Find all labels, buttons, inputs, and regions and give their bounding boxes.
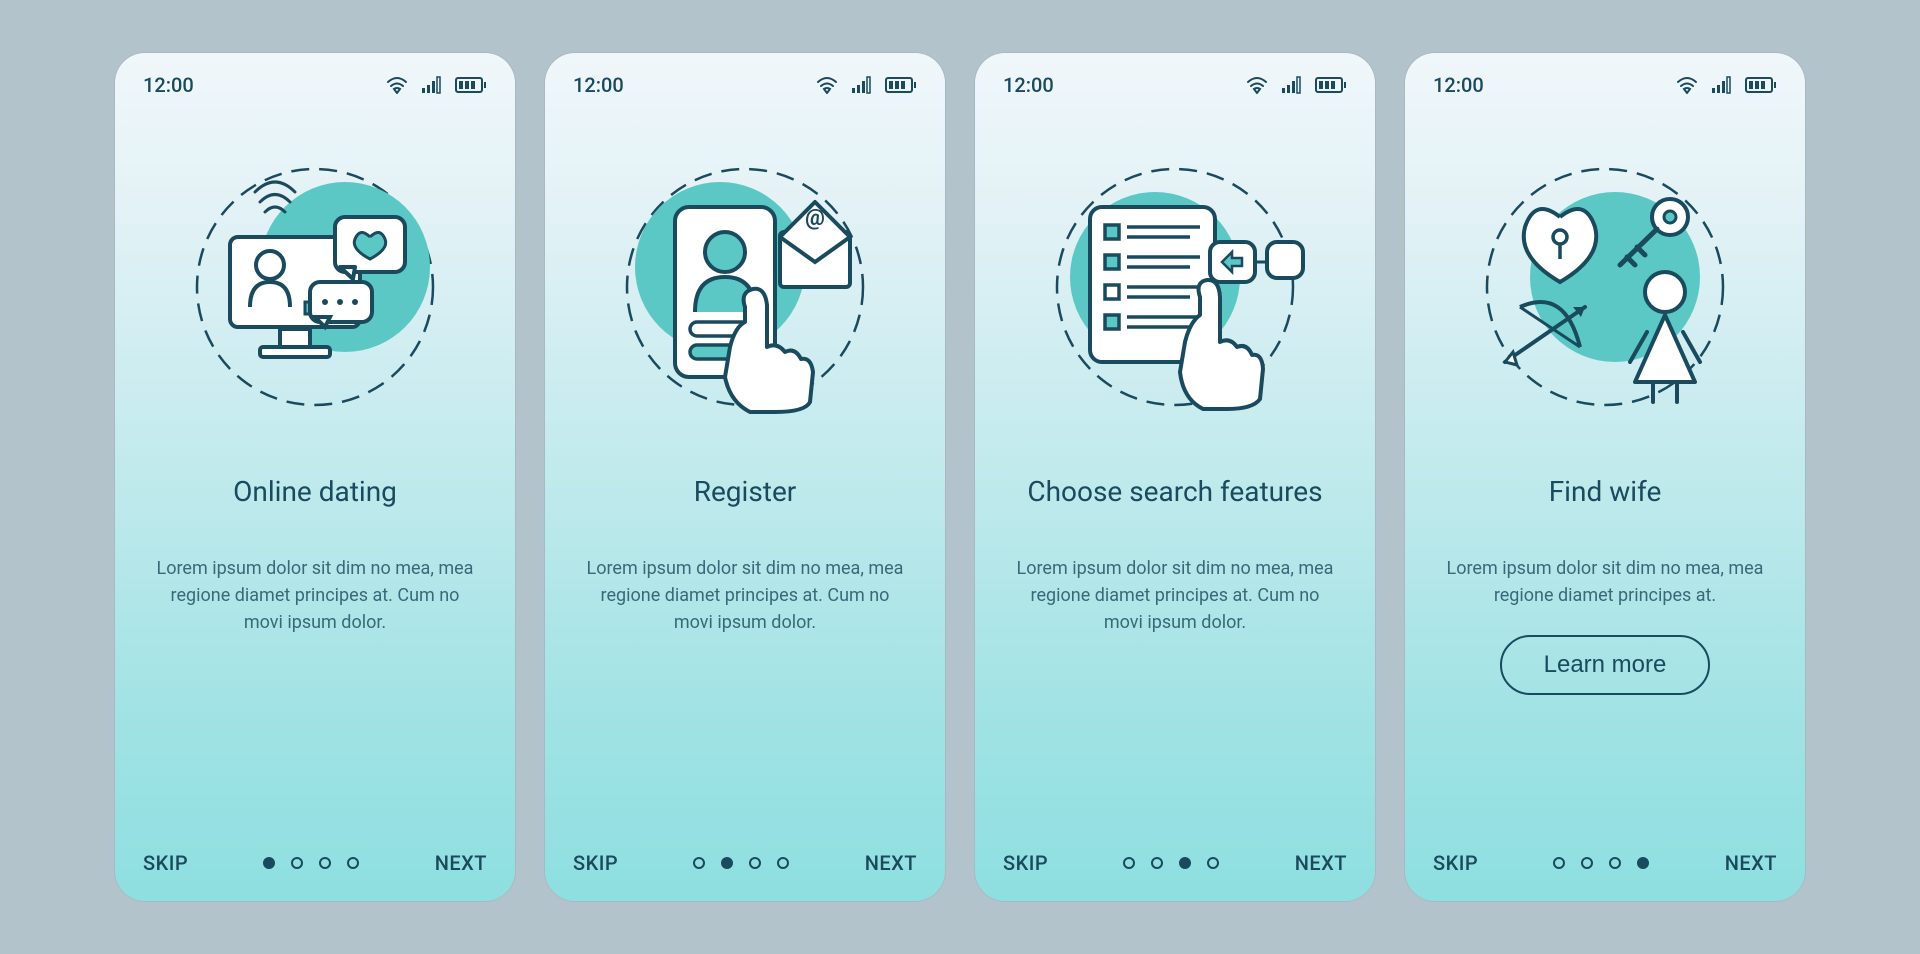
dot-3[interactable] [1179, 857, 1191, 869]
status-time: 12:00 [1003, 73, 1054, 97]
battery-icon [1315, 76, 1347, 94]
status-bar: 12:00 [1433, 73, 1777, 97]
screen-title: Find wife [1549, 457, 1662, 527]
dot-4[interactable] [1637, 857, 1649, 869]
wifi-icon [385, 76, 409, 94]
battery-icon [1745, 76, 1777, 94]
battery-icon [455, 76, 487, 94]
next-button[interactable]: NEXT [865, 851, 917, 875]
onboarding-screen-1: 12:00 [115, 53, 515, 901]
content: Online dating Lorem ipsum dolor sit dim … [143, 457, 487, 851]
skip-button[interactable]: SKIP [1433, 851, 1478, 875]
learn-more-button[interactable]: Learn more [1500, 635, 1711, 695]
nav-bar: SKIP NEXT [1433, 851, 1777, 875]
screen-body: Lorem ipsum dolor sit dim no mea, mea re… [1445, 555, 1765, 609]
screen-title: Online dating [233, 457, 397, 527]
dot-1[interactable] [693, 857, 705, 869]
dot-2[interactable] [1151, 857, 1163, 869]
onboarding-screen-3: 12:00 [975, 53, 1375, 901]
content: Find wife Lorem ipsum dolor sit dim no m… [1433, 457, 1777, 851]
screen-body: Lorem ipsum dolor sit dim no mea, mea re… [155, 555, 475, 636]
status-icons [815, 76, 917, 94]
next-button[interactable]: NEXT [1295, 851, 1347, 875]
wifi-icon [1675, 76, 1699, 94]
signal-icon [421, 76, 443, 94]
nav-bar: SKIP NEXT [573, 851, 917, 875]
status-icons [385, 76, 487, 94]
dot-2[interactable] [291, 857, 303, 869]
screen-body: Lorem ipsum dolor sit dim no mea, mea re… [1015, 555, 1335, 636]
dot-4[interactable] [1207, 857, 1219, 869]
onboarding-screen-2: 12:00 @ Register Lo [545, 53, 945, 901]
illustration-find-wife [1433, 127, 1777, 447]
status-bar: 12:00 [573, 73, 917, 97]
dot-1[interactable] [1123, 857, 1135, 869]
content: Choose search features Lorem ipsum dolor… [1003, 457, 1347, 851]
status-icons [1675, 76, 1777, 94]
onboarding-screen-4: 12:00 [1405, 53, 1805, 901]
status-time: 12:00 [1433, 73, 1484, 97]
dot-3[interactable] [1609, 857, 1621, 869]
status-icons [1245, 76, 1347, 94]
next-button[interactable]: NEXT [1725, 851, 1777, 875]
skip-button[interactable]: SKIP [1003, 851, 1048, 875]
dot-4[interactable] [777, 857, 789, 869]
next-button[interactable]: NEXT [435, 851, 487, 875]
illustration-search-features [1003, 127, 1347, 447]
dot-2[interactable] [721, 857, 733, 869]
battery-icon [885, 76, 917, 94]
dot-3[interactable] [749, 857, 761, 869]
signal-icon [1711, 76, 1733, 94]
illustration-online-dating [143, 127, 487, 447]
wifi-icon [815, 76, 839, 94]
screen-title: Register [694, 457, 797, 527]
dot-3[interactable] [319, 857, 331, 869]
status-bar: 12:00 [143, 73, 487, 97]
pagination-dots [693, 857, 789, 869]
illustration-register: @ [573, 127, 917, 447]
skip-button[interactable]: SKIP [143, 851, 188, 875]
status-time: 12:00 [573, 73, 624, 97]
status-bar: 12:00 [1003, 73, 1347, 97]
pagination-dots [1123, 857, 1219, 869]
content: Register Lorem ipsum dolor sit dim no me… [573, 457, 917, 851]
status-time: 12:00 [143, 73, 194, 97]
pagination-dots [263, 857, 359, 869]
wifi-icon [1245, 76, 1269, 94]
pagination-dots [1553, 857, 1649, 869]
dot-1[interactable] [1553, 857, 1565, 869]
signal-icon [851, 76, 873, 94]
svg-text:@: @ [805, 206, 825, 231]
signal-icon [1281, 76, 1303, 94]
dot-2[interactable] [1581, 857, 1593, 869]
nav-bar: SKIP NEXT [143, 851, 487, 875]
dot-4[interactable] [347, 857, 359, 869]
skip-button[interactable]: SKIP [573, 851, 618, 875]
dot-1[interactable] [263, 857, 275, 869]
screen-title: Choose search features [1027, 457, 1322, 527]
nav-bar: SKIP NEXT [1003, 851, 1347, 875]
screen-body: Lorem ipsum dolor sit dim no mea, mea re… [585, 555, 905, 636]
